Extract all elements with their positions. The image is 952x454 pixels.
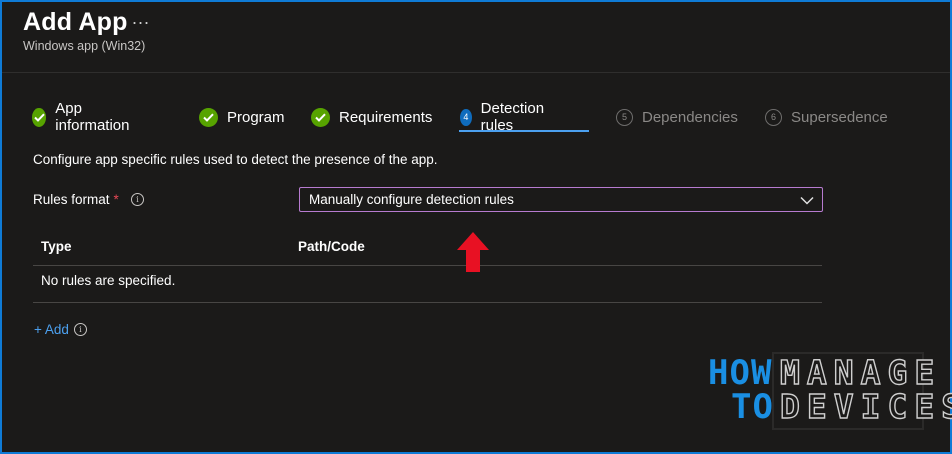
table-header-divider: [33, 265, 822, 266]
more-options-button[interactable]: ...: [132, 8, 150, 29]
tab-label: Supersedence: [791, 108, 888, 126]
tab-dependencies[interactable]: 5 Dependencies: [616, 105, 738, 129]
logo-manage: MANAGE: [779, 353, 942, 392]
logo-how: HOW: [708, 353, 773, 393]
tab-app-information[interactable]: App information: [32, 100, 134, 134]
tab-label: Requirements: [339, 108, 433, 126]
check-circle-icon: [32, 107, 47, 127]
tab-label: Detection rules: [480, 100, 545, 134]
required-indicator: *: [113, 192, 119, 207]
rules-format-label-text: Rules format: [33, 192, 110, 207]
step-number-icon: 6: [765, 108, 782, 126]
tab-program[interactable]: Program: [199, 105, 285, 129]
rules-format-selected-value: Manually configure detection rules: [309, 192, 514, 207]
table-empty-message: No rules are specified.: [41, 273, 176, 288]
table-bottom-divider: [33, 302, 822, 303]
red-up-arrow-icon: [457, 232, 489, 272]
tab-label: Dependencies: [642, 108, 738, 126]
tab-detection-rules[interactable]: 4 Detection rules: [460, 100, 549, 134]
check-circle-icon: [199, 107, 218, 127]
page-header: Add App: [23, 8, 128, 37]
tab-label: App information: [55, 100, 130, 134]
window-frame: Add App ... Windows app (Win32) App info…: [0, 0, 952, 454]
step-number-icon: 4: [460, 108, 472, 126]
add-rule-label: + Add: [34, 322, 69, 337]
column-header-path-code: Path/Code: [298, 239, 365, 254]
column-header-type: Type: [41, 239, 72, 254]
page-title: Add App: [23, 8, 128, 36]
step-number-icon: 5: [616, 108, 633, 126]
info-icon[interactable]: i: [73, 323, 87, 336]
logo-devices: DEVICES: [779, 387, 952, 426]
check-circle-icon: [311, 107, 330, 127]
header-divider: [2, 72, 950, 73]
tab-requirements[interactable]: Requirements: [311, 105, 432, 129]
page-subtitle: Windows app (Win32): [23, 39, 146, 53]
tab-supersedence[interactable]: 6 Supersedence: [765, 105, 888, 129]
rules-format-dropdown[interactable]: Manually configure detection rules: [299, 187, 823, 212]
logo-to: TO: [731, 387, 774, 427]
info-icon[interactable]: i: [131, 193, 144, 206]
tab-label: Program: [227, 108, 285, 126]
section-description: Configure app specific rules used to det…: [33, 152, 438, 167]
add-rule-link[interactable]: + Add i: [34, 322, 87, 337]
rules-format-label: Rules format *: [33, 192, 119, 207]
chevron-down-icon: [800, 192, 814, 210]
active-tab-indicator: [459, 130, 589, 132]
